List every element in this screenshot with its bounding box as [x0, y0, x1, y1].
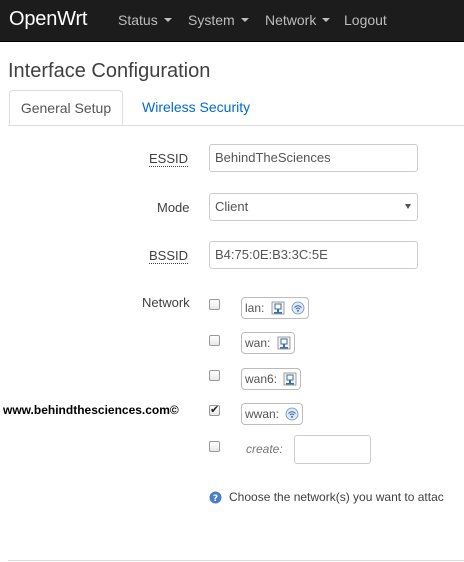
top-navbar: OpenWrt Status System Network Logout [0, 0, 464, 42]
page-title: Interface Configuration [8, 60, 211, 82]
brand-logo[interactable]: OpenWrt [9, 8, 87, 31]
ethernet-icon [271, 301, 285, 315]
network-checkbox-wwan[interactable] [209, 403, 220, 416]
ethernet-icon [283, 372, 297, 386]
tab-wireless-security[interactable]: Wireless Security [142, 99, 250, 115]
essid-label: ESSID [149, 151, 189, 167]
network-name-wwan: wwan: [245, 407, 280, 421]
chevron-down-icon [240, 18, 249, 23]
network-checkbox-create[interactable] [209, 441, 220, 452]
bssid-label: BSSID [149, 248, 189, 264]
network-checkbox-lan[interactable] [209, 299, 220, 310]
wifi-icon [285, 407, 299, 421]
menu-network-label: Network [265, 12, 317, 28]
mode-selected-value: Client [215, 199, 249, 214]
mode-label: Mode [157, 200, 190, 215]
network-name-lan: lan: [245, 301, 265, 315]
network-badge-wwan: wwan: [241, 403, 304, 425]
menu-network[interactable]: Network [265, 12, 331, 28]
watermark-text: www.behindthesciences.com© [3, 403, 179, 417]
network-badge-lan: lan: [241, 297, 310, 319]
footer-divider [8, 560, 464, 561]
network-badge-wan6: wan6: [241, 368, 302, 390]
mode-select[interactable]: Client [209, 193, 418, 221]
ethernet-icon [277, 336, 291, 350]
network-help-text: Choose the network(s) you want to attac [229, 490, 444, 504]
chevron-down-icon [163, 18, 172, 23]
wifi-icon [291, 301, 305, 315]
network-name-wan: wan: [245, 336, 271, 350]
menu-system-label: System [188, 12, 235, 28]
menu-status[interactable]: Status [118, 12, 172, 28]
create-network-input[interactable] [294, 435, 371, 464]
svg-text:?: ? [213, 494, 218, 504]
tab-general-setup[interactable]: General Setup [9, 90, 123, 125]
menu-status-label: Status [118, 12, 158, 28]
network-badge-wan: wan: [241, 332, 295, 354]
network-checkbox-wan6[interactable] [209, 370, 220, 381]
menu-system[interactable]: System [188, 12, 249, 28]
network-checkbox-wan[interactable] [209, 335, 220, 346]
help-icon: ? [209, 491, 222, 504]
dropdown-arrow-icon [405, 204, 411, 209]
bssid-input[interactable]: B4:75:0E:B3:3C:5E [209, 241, 418, 269]
menu-logout[interactable]: Logout [344, 12, 387, 28]
network-label: Network [142, 295, 190, 310]
essid-input[interactable]: BehindTheSciences [209, 144, 418, 172]
menu-logout-label: Logout [344, 12, 387, 28]
network-name-wan6: wan6: [245, 372, 278, 386]
create-label: create: [246, 442, 283, 456]
chevron-down-icon [322, 18, 331, 23]
